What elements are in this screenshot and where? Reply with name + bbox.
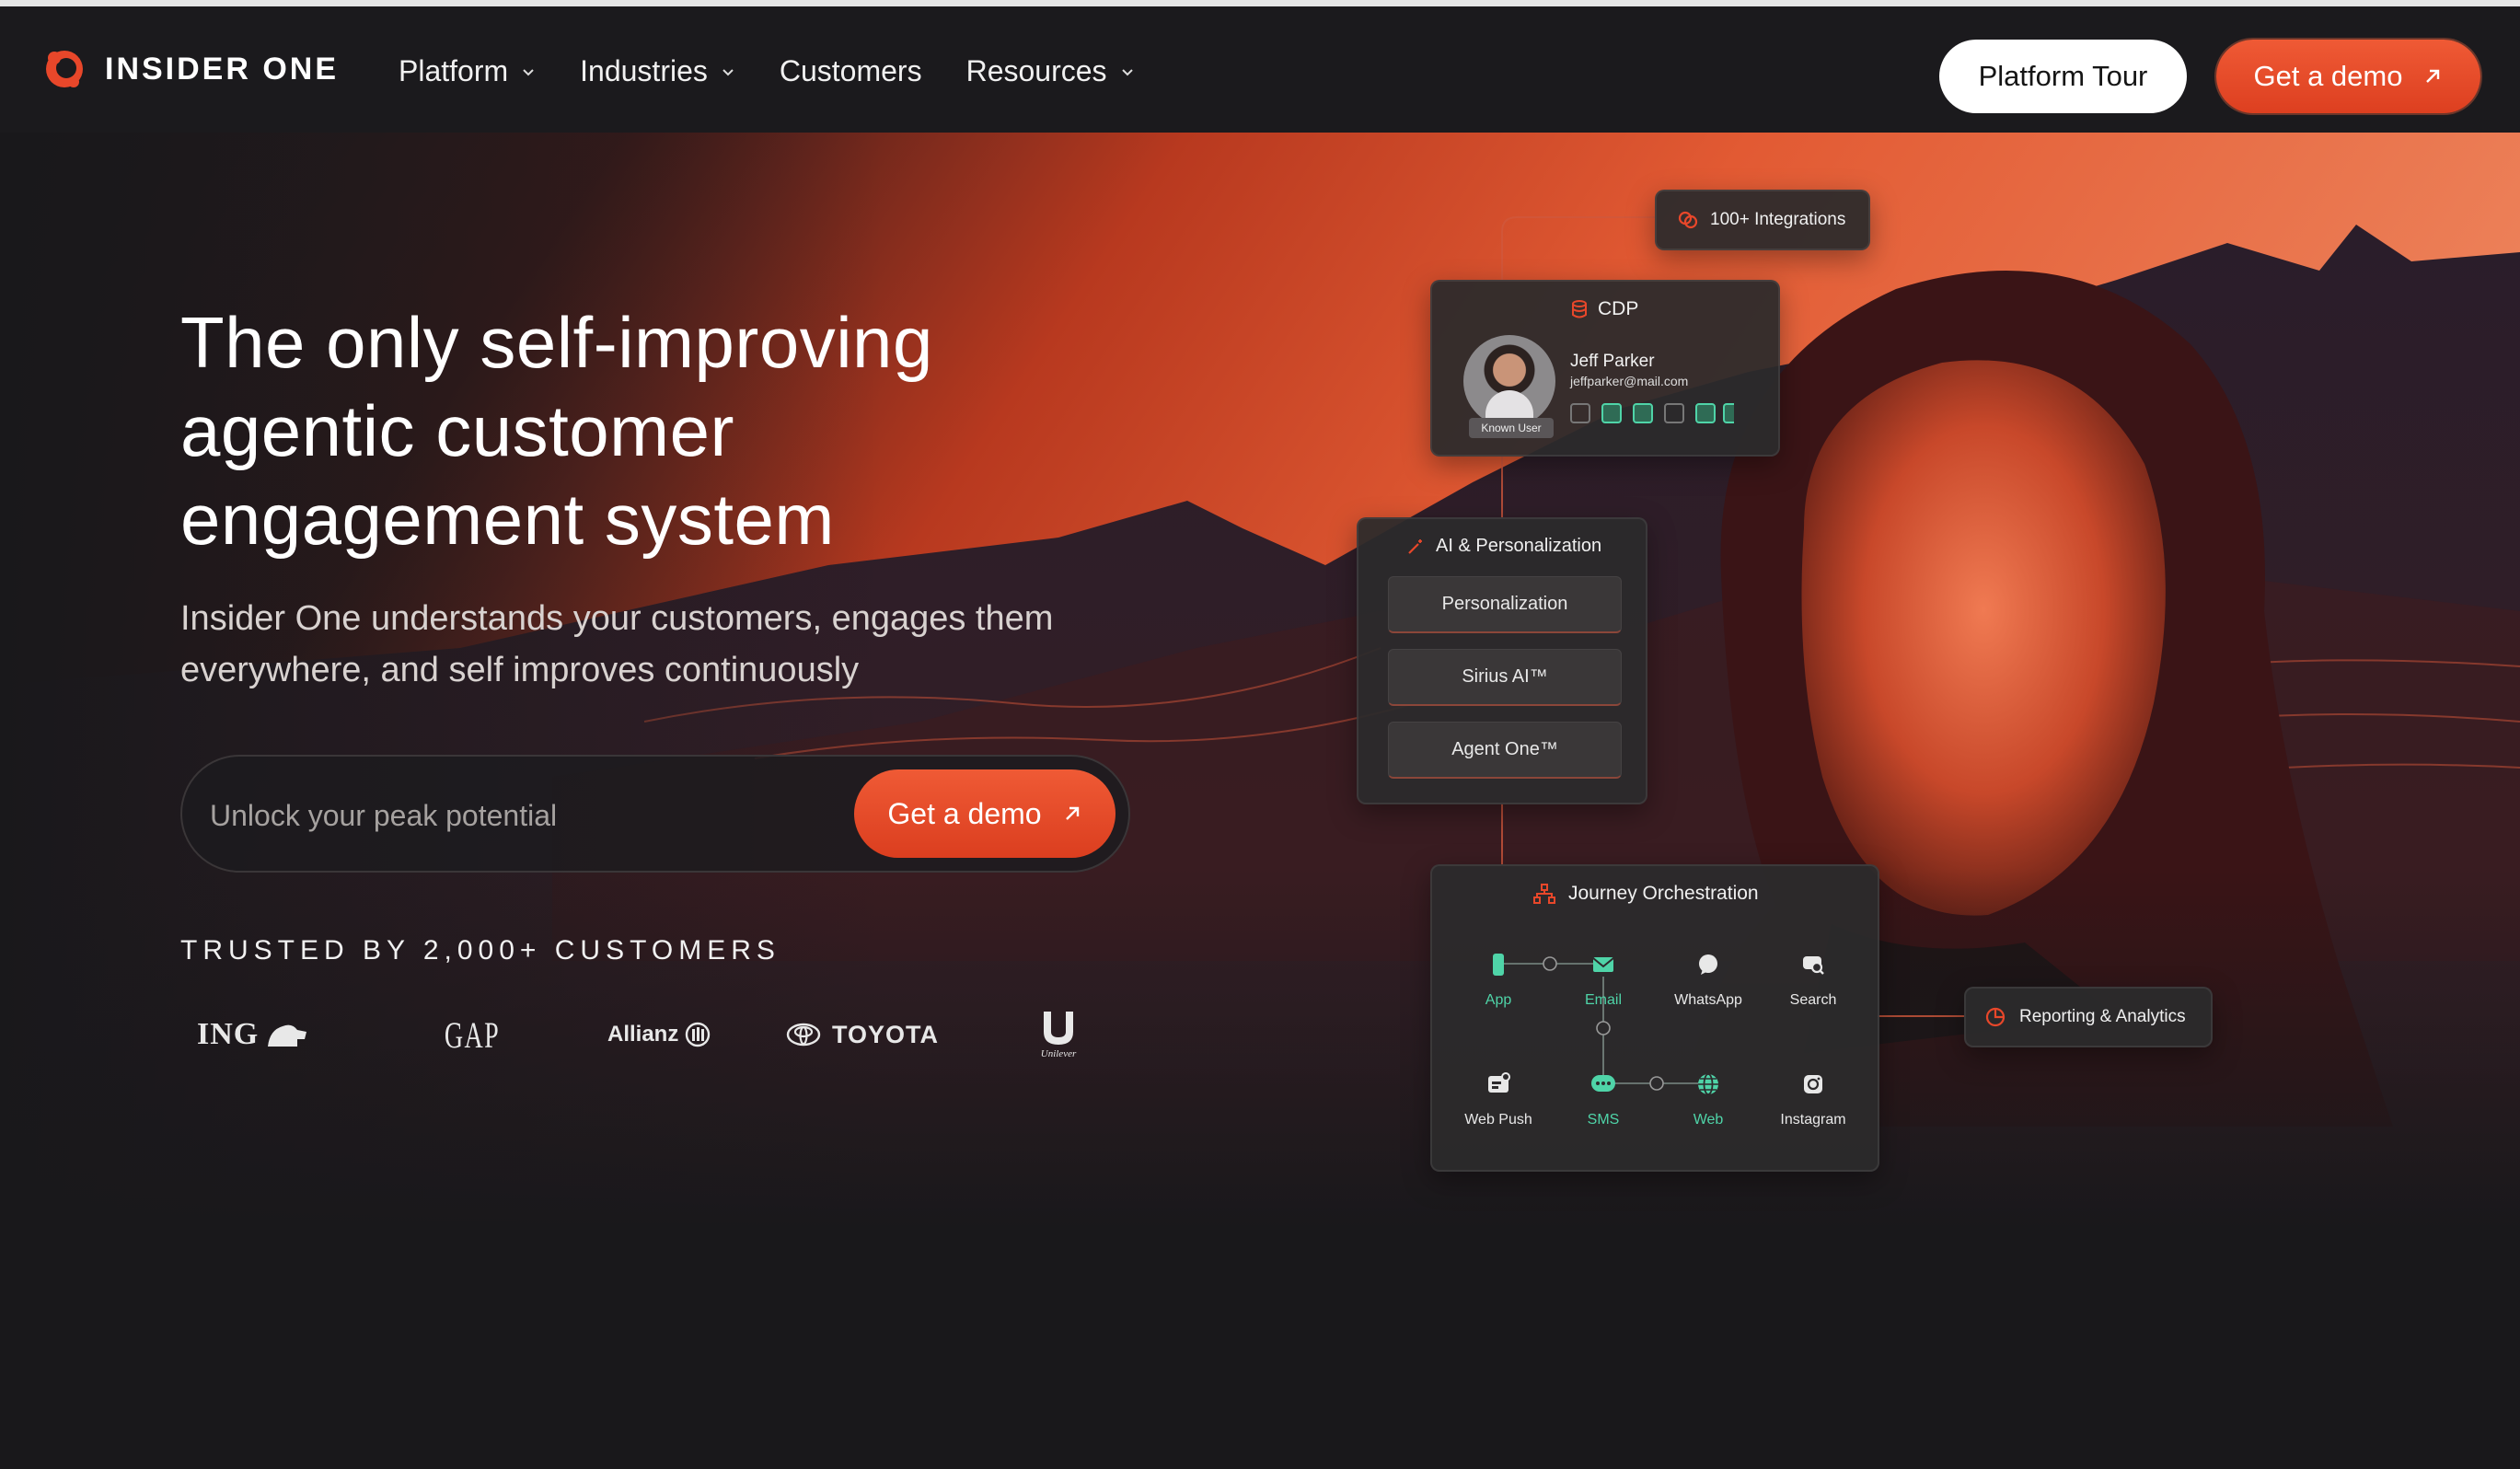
integrations-label: 100+ Integrations xyxy=(1710,210,1846,229)
channel-label: Web xyxy=(1693,1112,1724,1128)
menu-item-platform[interactable]: Platform xyxy=(399,54,536,88)
menu-item-label: Customers xyxy=(779,54,922,87)
chat-icon xyxy=(1601,403,1622,423)
reporting-label: Reporting & Analytics xyxy=(2019,1007,2186,1026)
get-demo-label: Get a demo xyxy=(2253,60,2403,92)
chevron-down-icon xyxy=(1121,68,1133,75)
magic-wand-icon xyxy=(1408,538,1422,554)
integrations-card: 100+ Integrations xyxy=(1655,190,1870,250)
chevron-down-icon xyxy=(523,68,534,75)
cdp-card: CDP Known User Jeff Parker jeffparker@ma… xyxy=(1430,280,1780,457)
diagram-connectors xyxy=(1501,216,1964,1017)
ai-item-label: Personalization xyxy=(1441,594,1568,614)
mobile-icon xyxy=(1695,403,1716,423)
ai-item-label: Agent One™ xyxy=(1451,739,1558,759)
channel-app[interactable]: App xyxy=(1448,951,1549,1009)
channel-search[interactable]: Search xyxy=(1763,951,1864,1009)
channel-whatsapp[interactable]: WhatsApp xyxy=(1658,951,1759,1009)
get-demo-button[interactable]: Get a demo xyxy=(2216,40,2480,113)
channel-web-push[interactable]: Web Push xyxy=(1448,1070,1549,1128)
reporting-analytics-card: Reporting & Analytics xyxy=(1964,987,2213,1047)
cdp-title: CDP xyxy=(1598,298,1639,319)
channel-label: WhatsApp xyxy=(1674,992,1742,1008)
ai-item-personalization[interactable]: Personalization xyxy=(1388,576,1622,633)
channel-label: SMS xyxy=(1587,1112,1620,1128)
web-push-icon xyxy=(1488,1072,1510,1093)
cdp-header: CDP xyxy=(1570,298,1638,320)
known-user-badge: Known User xyxy=(1469,418,1554,438)
menu-item-resources[interactable]: Resources xyxy=(966,54,1135,88)
arrow-up-right-icon xyxy=(2426,69,2440,83)
menu-item-label: Resources xyxy=(965,54,1107,87)
database-icon xyxy=(1572,300,1587,318)
menu-item-industries[interactable]: Industries xyxy=(580,54,735,88)
brand-logo[interactable]: INSIDER ONE xyxy=(42,47,339,91)
channel-web[interactable]: Web xyxy=(1658,1070,1759,1128)
mail-icon xyxy=(1592,957,1614,972)
platform-tour-button[interactable]: Platform Tour xyxy=(1939,40,2187,113)
mail-icon xyxy=(1633,403,1653,423)
journey-orchestration-card: Journey Orchestration App Email WhatsApp… xyxy=(1430,864,1879,1172)
channel-label: App xyxy=(1485,992,1512,1008)
ai-personalization-card: AI & Personalization Personalization Sir… xyxy=(1357,517,1647,804)
avatar xyxy=(1463,335,1555,427)
link-icon xyxy=(1678,211,1698,229)
channel-label: Search xyxy=(1789,992,1837,1008)
channel-email[interactable]: Email xyxy=(1553,951,1654,1009)
whatsapp-icon xyxy=(1699,954,1717,975)
ai-item-label: Sirius AI™ xyxy=(1462,666,1548,687)
search-icon xyxy=(1803,956,1824,975)
menu-item-label: Platform xyxy=(399,54,509,87)
channel-label: Web Push xyxy=(1464,1112,1532,1128)
channel-sms[interactable]: SMS xyxy=(1553,1070,1654,1128)
hero-section: The only self-improving agentic customer… xyxy=(0,133,2520,1469)
top-navigation: INSIDER ONE Platform Industries Customer… xyxy=(0,6,2520,133)
menu-item-label: Industries xyxy=(580,54,708,87)
ai-title: AI & Personalization xyxy=(1436,536,1602,556)
globe-icon xyxy=(1698,1073,1718,1095)
browser-top-edge xyxy=(0,0,2520,6)
chevron-down-icon xyxy=(722,68,734,75)
pie-chart-icon xyxy=(1985,1007,2006,1027)
channel-label: Email xyxy=(1584,992,1622,1008)
instagram-icon xyxy=(1723,403,1734,423)
mobile-icon xyxy=(1493,954,1504,976)
user-name: Jeff Parker xyxy=(1570,352,1655,371)
whatsapp-icon xyxy=(1570,403,1590,423)
sms-icon xyxy=(1591,1075,1615,1092)
main-menu: Platform Industries Customers Resources xyxy=(399,54,1179,88)
channel-status-row xyxy=(1570,403,1734,423)
brand-name: INSIDER ONE xyxy=(105,51,340,87)
platform-tour-label: Platform Tour xyxy=(1978,60,2148,92)
badge-label: Known User xyxy=(1481,422,1542,434)
bell-icon xyxy=(1664,403,1684,423)
ai-item-sirius[interactable]: Sirius AI™ xyxy=(1388,649,1622,706)
user-email: jeffparker@mail.com xyxy=(1570,374,1689,388)
menu-item-customers[interactable]: Customers xyxy=(780,54,922,88)
channel-instagram[interactable]: Instagram xyxy=(1763,1070,1864,1128)
channel-label: Instagram xyxy=(1780,1112,1846,1128)
ai-item-agent-one[interactable]: Agent One™ xyxy=(1388,722,1622,779)
ai-header: AI & Personalization xyxy=(1406,536,1601,557)
instagram-icon xyxy=(1804,1075,1822,1093)
insider-one-logo-icon xyxy=(46,51,83,87)
